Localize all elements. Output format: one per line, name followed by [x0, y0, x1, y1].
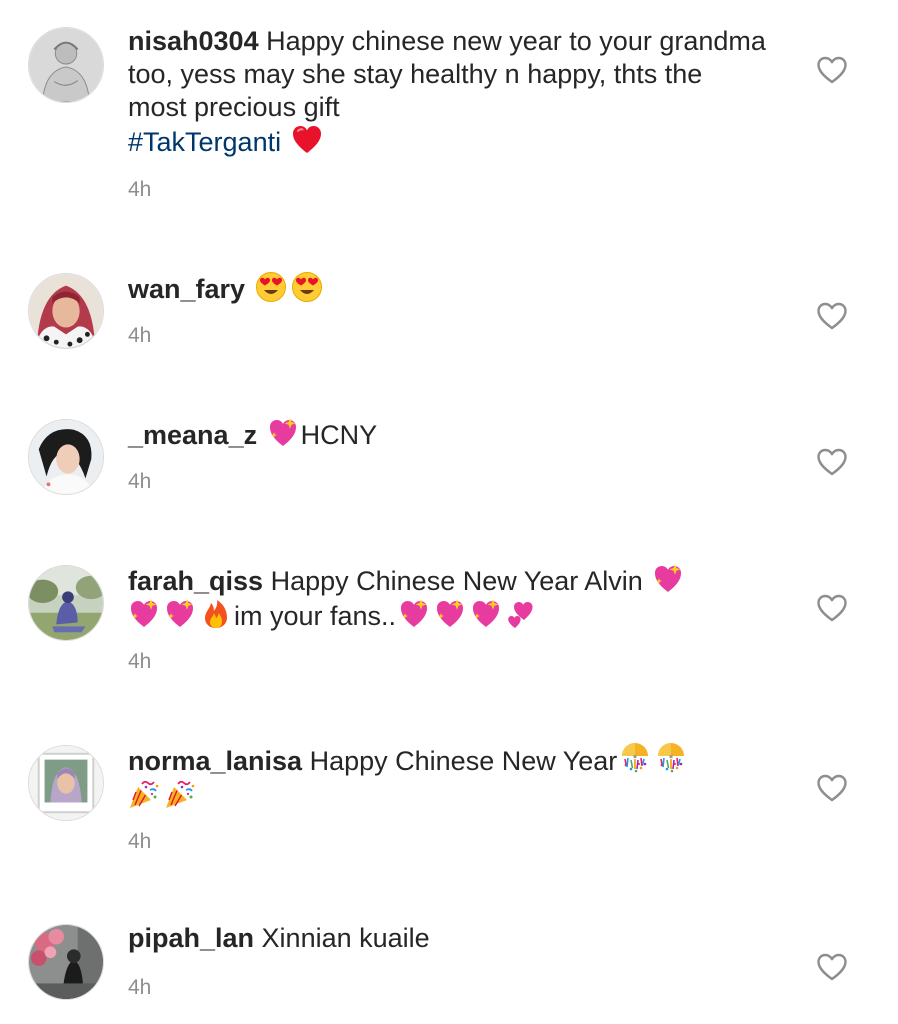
- comment-body: im your fans..: [234, 601, 397, 631]
- sparkling-heart-emoji: [470, 598, 502, 630]
- username[interactable]: wan_fary: [128, 274, 245, 304]
- heart-eyes-emoji: [255, 271, 287, 303]
- sparkling-heart-emoji: [164, 598, 196, 630]
- comment-text: wan_fary: [128, 271, 768, 306]
- heart-outline-icon: [816, 55, 848, 85]
- timestamp: 4h: [128, 178, 152, 201]
- username[interactable]: farah_qiss: [128, 566, 263, 596]
- confetti-ball-emoji: [655, 743, 687, 775]
- heart-outline-icon: [816, 301, 848, 331]
- comment-body: HCNY: [300, 420, 378, 450]
- comment-text: pipah_lan Xinnian kuaile: [128, 922, 768, 955]
- comment-text: farah_qiss Happy Chinese New Year Alvin …: [128, 563, 768, 633]
- hashtag-link[interactable]: #TakTerganti: [128, 127, 281, 157]
- avatar[interactable]: [28, 273, 104, 349]
- like-button[interactable]: [816, 773, 848, 803]
- timestamp: 4h: [128, 470, 152, 493]
- like-button[interactable]: [816, 447, 848, 477]
- avatar[interactable]: [28, 27, 104, 103]
- confetti-ball-emoji: [619, 743, 651, 775]
- comment-list: nisah0304 Happy chinese new year to your…: [0, 0, 898, 1024]
- timestamp: 4h: [128, 976, 152, 999]
- red-heart-emoji: [291, 124, 323, 156]
- sparkling-heart-emoji: [434, 598, 466, 630]
- comment-body: Happy Chinese New Year Alvin: [270, 566, 643, 596]
- heart-outline-icon: [816, 447, 848, 477]
- username[interactable]: norma_lanisa: [128, 746, 302, 776]
- timestamp: 4h: [128, 650, 152, 673]
- username[interactable]: pipah_lan: [128, 923, 254, 953]
- timestamp: 4h: [128, 324, 152, 347]
- sparkling-heart-emoji: [128, 598, 160, 630]
- username[interactable]: nisah0304: [128, 26, 259, 56]
- comment-body: Happy Chinese New Year: [309, 746, 618, 776]
- heart-outline-icon: [816, 593, 848, 623]
- party-popper-emoji: [128, 778, 160, 810]
- avatar[interactable]: [28, 419, 104, 495]
- two-hearts-emoji: [506, 598, 538, 630]
- sparkling-heart-emoji: [398, 598, 430, 630]
- like-button[interactable]: [816, 952, 848, 982]
- heart-outline-icon: [816, 773, 848, 803]
- sparkling-heart-emoji: [652, 563, 684, 595]
- heart-outline-icon: [816, 952, 848, 982]
- comment-text: _meana_z HCNY: [128, 417, 768, 452]
- like-button[interactable]: [816, 593, 848, 623]
- avatar[interactable]: [28, 745, 104, 821]
- avatar[interactable]: [28, 924, 104, 1000]
- username[interactable]: _meana_z: [128, 420, 257, 450]
- comment-body: Xinnian kuaile: [261, 923, 430, 953]
- timestamp: 4h: [128, 830, 152, 853]
- comment-text: norma_lanisa Happy Chinese New Year: [128, 743, 768, 813]
- heart-eyes-emoji: [291, 271, 323, 303]
- comment-text: nisah0304 Happy chinese new year to your…: [128, 25, 768, 159]
- party-popper-emoji: [164, 778, 196, 810]
- fire-emoji: [200, 598, 232, 630]
- like-button[interactable]: [816, 301, 848, 331]
- sparkling-heart-emoji: [267, 417, 299, 449]
- like-button[interactable]: [816, 55, 848, 85]
- avatar[interactable]: [28, 565, 104, 641]
